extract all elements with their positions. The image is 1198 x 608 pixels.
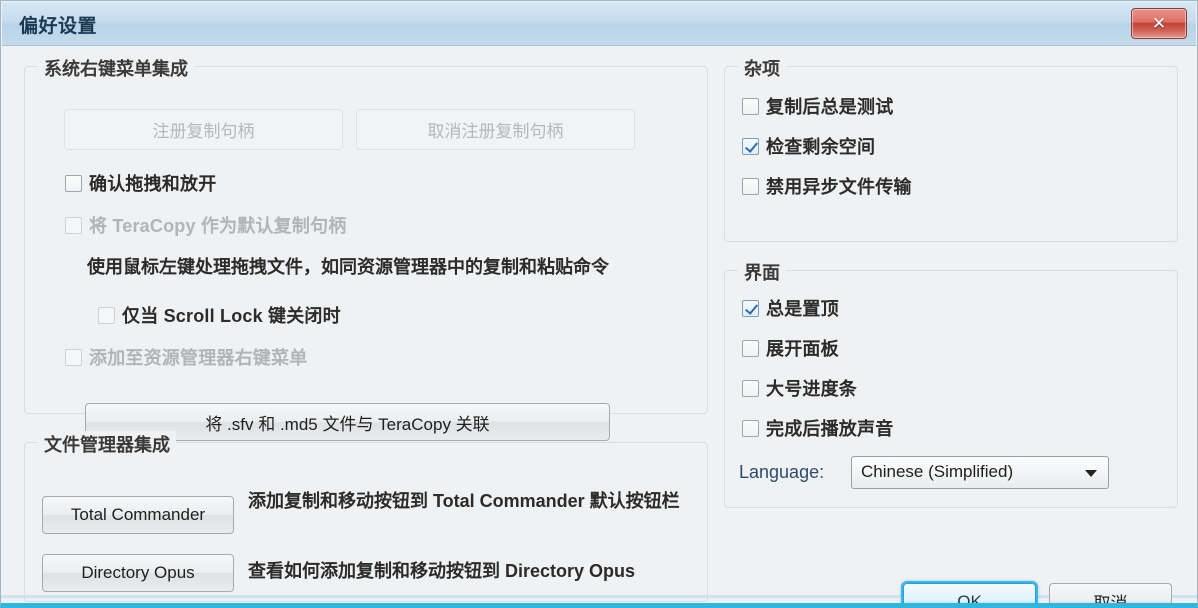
chevron-down-icon — [1085, 470, 1097, 477]
checkbox-icon — [742, 339, 759, 357]
disable-async-transfer-label: 禁用异步文件传输 — [766, 177, 912, 197]
language-select[interactable]: Chinese (Simplified) — [851, 456, 1109, 489]
check-free-space-checkbox[interactable]: 检查剩余空间 — [742, 133, 875, 159]
checkbox-icon — [742, 379, 759, 397]
language-label: Language: — [739, 462, 825, 482]
preferences-dialog: 偏好设置 ✕ 系统右键菜单集成 注册复制句柄 取消注册复制句柄 确认拖拽和放开 … — [0, 0, 1198, 608]
checkbox-icon — [742, 419, 759, 437]
interface-group-title: 界面 — [738, 259, 786, 285]
big-progress-bar-checkbox[interactable]: 大号进度条 — [742, 375, 857, 401]
context-menu-integration-group: 系统右键菜单集成 注册复制句柄 取消注册复制句柄 确认拖拽和放开 将 TeraC… — [24, 55, 708, 441]
disable-async-transfer-checkbox[interactable]: 禁用异步文件传输 — [742, 173, 912, 199]
total-commander-button[interactable]: Total Commander — [42, 496, 234, 534]
register-copy-handler-button[interactable]: 注册复制句柄 — [64, 109, 343, 150]
ok-button[interactable]: OK — [903, 583, 1036, 603]
confirm-drag-drop-label: 确认拖拽和放开 — [89, 174, 217, 194]
checkbox-checked-icon — [742, 137, 759, 155]
default-copy-handler-label: 将 TeraCopy 作为默认复制句柄 — [89, 216, 347, 236]
interface-group: 界面 总是置顶 展开面板 大号进度条 完成后播放声音 Language: Chi… — [724, 259, 1178, 508]
checkbox-icon — [98, 306, 115, 324]
checkbox-checked-icon — [742, 299, 759, 317]
misc-group: 杂项 复制后总是测试 检查剩余空间 禁用异步文件传输 — [724, 55, 1178, 242]
confirm-drag-drop-checkbox[interactable]: 确认拖拽和放开 — [65, 170, 216, 196]
close-icon: ✕ — [1151, 14, 1167, 33]
always-on-top-label: 总是置顶 — [766, 299, 839, 319]
always-test-after-copy-label: 复制后总是测试 — [766, 97, 894, 117]
scroll-lock-checkbox[interactable]: 仅当 Scroll Lock 键关闭时 — [98, 302, 341, 328]
window-title: 偏好设置 — [19, 16, 98, 37]
directory-opus-button[interactable]: Directory Opus — [42, 554, 234, 592]
checkbox-icon — [742, 177, 759, 195]
language-selected-value: Chinese (Simplified) — [861, 462, 1014, 481]
dialog-body: 系统右键菜单集成 注册复制句柄 取消注册复制句柄 确认拖拽和放开 将 TeraC… — [2, 46, 1196, 603]
file-manager-group-title: 文件管理器集成 — [38, 431, 176, 457]
checkbox-icon — [65, 348, 82, 366]
play-sound-on-finish-label: 完成后播放声音 — [766, 419, 894, 439]
check-free-space-label: 检查剩余空间 — [766, 137, 876, 157]
always-on-top-checkbox[interactable]: 总是置顶 — [742, 295, 839, 321]
total-commander-description: 添加复制和移动按钮到 Total Commander 默认按钮栏 — [248, 491, 680, 511]
checkbox-icon — [65, 174, 82, 192]
scroll-lock-label: 仅当 Scroll Lock 键关闭时 — [122, 306, 341, 326]
always-test-after-copy-checkbox[interactable]: 复制后总是测试 — [742, 93, 893, 119]
cancel-button[interactable]: 取消 — [1049, 583, 1172, 603]
drag-drop-hint-text: 使用鼠标左键处理拖拽文件，如同资源管理器中的复制和粘贴命令 — [87, 257, 609, 277]
big-progress-bar-label: 大号进度条 — [766, 379, 857, 399]
checkbox-icon — [65, 216, 82, 234]
expand-panel-checkbox[interactable]: 展开面板 — [742, 335, 839, 361]
explorer-context-menu-checkbox[interactable]: 添加至资源管理器右键菜单 — [65, 344, 307, 370]
play-sound-on-finish-checkbox[interactable]: 完成后播放声音 — [742, 415, 893, 441]
checkbox-icon — [742, 97, 759, 115]
misc-group-title: 杂项 — [738, 55, 786, 81]
directory-opus-description: 查看如何添加复制和移动按钮到 Directory Opus — [248, 561, 636, 581]
titlebar: 偏好设置 ✕ — [2, 2, 1196, 46]
default-copy-handler-checkbox[interactable]: 将 TeraCopy 作为默认复制句柄 — [65, 212, 347, 238]
close-button[interactable]: ✕ — [1131, 8, 1187, 39]
unregister-copy-handler-button[interactable]: 取消注册复制句柄 — [356, 109, 635, 150]
context-menu-group-title: 系统右键菜单集成 — [38, 55, 194, 81]
expand-panel-label: 展开面板 — [766, 339, 839, 359]
explorer-context-menu-label: 添加至资源管理器右键菜单 — [89, 348, 308, 368]
